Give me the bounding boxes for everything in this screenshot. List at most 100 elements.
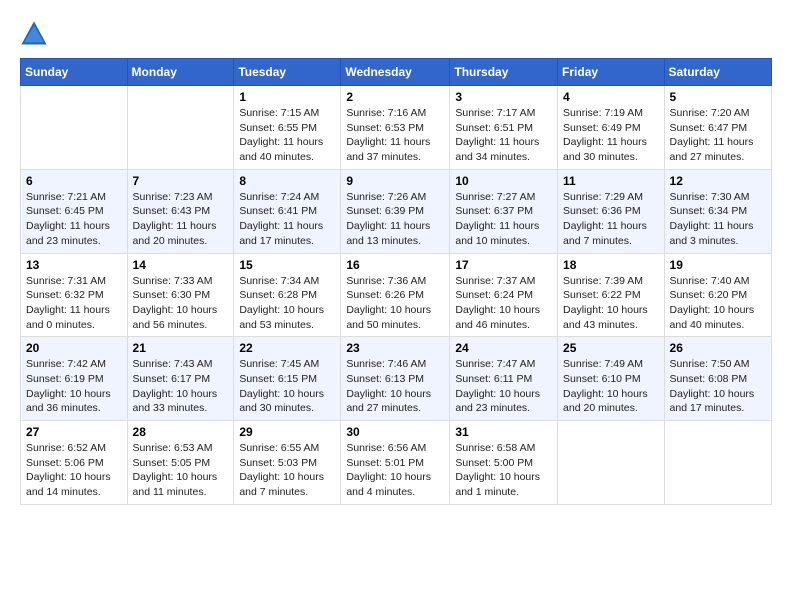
calendar-table: SundayMondayTuesdayWednesdayThursdayFrid… <box>20 58 772 505</box>
day-number: 31 <box>455 425 552 439</box>
cell-content: Sunset: 6:43 PM <box>133 204 229 219</box>
cell-content: Sunset: 6:19 PM <box>26 372 122 387</box>
cell-content: Daylight: 10 hours and 17 minutes. <box>670 387 766 416</box>
cell-content: Daylight: 11 hours and 37 minutes. <box>346 135 444 164</box>
calendar-cell: 25Sunrise: 7:49 AMSunset: 6:10 PMDayligh… <box>558 337 665 421</box>
cell-content: Sunset: 5:06 PM <box>26 456 122 471</box>
cell-content: Sunrise: 7:29 AM <box>563 190 659 205</box>
cell-content: Sunrise: 7:46 AM <box>346 357 444 372</box>
cell-content: Daylight: 11 hours and 13 minutes. <box>346 219 444 248</box>
day-number: 10 <box>455 174 552 188</box>
cell-content: Sunrise: 7:19 AM <box>563 106 659 121</box>
cell-content: Daylight: 11 hours and 27 minutes. <box>670 135 766 164</box>
cell-content: Sunrise: 7:24 AM <box>239 190 335 205</box>
day-number: 24 <box>455 341 552 355</box>
cell-content: Sunrise: 7:49 AM <box>563 357 659 372</box>
cell-content: Daylight: 11 hours and 30 minutes. <box>563 135 659 164</box>
calendar-cell: 4Sunrise: 7:19 AMSunset: 6:49 PMDaylight… <box>558 86 665 170</box>
day-number: 9 <box>346 174 444 188</box>
cell-content: Daylight: 10 hours and 50 minutes. <box>346 303 444 332</box>
cell-content: Sunrise: 6:58 AM <box>455 441 552 456</box>
calendar-cell: 10Sunrise: 7:27 AMSunset: 6:37 PMDayligh… <box>450 169 558 253</box>
cell-content: Daylight: 10 hours and 53 minutes. <box>239 303 335 332</box>
cell-content: Sunset: 5:00 PM <box>455 456 552 471</box>
calendar-week-4: 20Sunrise: 7:42 AMSunset: 6:19 PMDayligh… <box>21 337 772 421</box>
cell-content: Sunrise: 7:23 AM <box>133 190 229 205</box>
calendar-cell: 30Sunrise: 6:56 AMSunset: 5:01 PMDayligh… <box>341 421 450 505</box>
cell-content: Daylight: 10 hours and 46 minutes. <box>455 303 552 332</box>
calendar-cell: 31 Sunrise: 6:58 AMSunset: 5:00 PMDayligh… <box>450 421 558 505</box>
calendar-cell <box>21 86 128 170</box>
cell-content: Daylight: 11 hours and 10 minutes. <box>455 219 552 248</box>
day-number: 17 <box>455 258 552 272</box>
calendar-cell: 21Sunrise: 7:43 AMSunset: 6:17 PMDayligh… <box>127 337 234 421</box>
calendar-header: SundayMondayTuesdayWednesdayThursdayFrid… <box>21 59 772 86</box>
day-number: 12 <box>670 174 766 188</box>
weekday-header-saturday: Saturday <box>664 59 771 86</box>
cell-content: Sunset: 6:20 PM <box>670 288 766 303</box>
cell-content: Sunset: 6:49 PM <box>563 121 659 136</box>
calendar-cell: 13Sunrise: 7:31 AMSunset: 6:32 PMDayligh… <box>21 253 128 337</box>
calendar-cell: 2Sunrise: 7:16 AMSunset: 6:53 PMDaylight… <box>341 86 450 170</box>
calendar-cell <box>127 86 234 170</box>
day-number: 19 <box>670 258 766 272</box>
weekday-header-friday: Friday <box>558 59 665 86</box>
day-number: 11 <box>563 174 659 188</box>
cell-content: Sunset: 5:05 PM <box>133 456 229 471</box>
cell-content: Sunset: 5:03 PM <box>239 456 335 471</box>
day-number: 7 <box>133 174 229 188</box>
calendar-cell: 28Sunrise: 6:53 AMSunset: 5:05 PMDayligh… <box>127 421 234 505</box>
day-number: 25 <box>563 341 659 355</box>
cell-content: Daylight: 10 hours and 30 minutes. <box>239 387 335 416</box>
calendar-cell <box>558 421 665 505</box>
cell-content: Sunrise: 7:36 AM <box>346 274 444 289</box>
calendar-body: 1Sunrise: 7:15 AMSunset: 6:55 PMDaylight… <box>21 86 772 505</box>
day-number: 29 <box>239 425 335 439</box>
day-number: 30 <box>346 425 444 439</box>
cell-content: Sunrise: 7:45 AM <box>239 357 335 372</box>
cell-content: Sunset: 6:37 PM <box>455 204 552 219</box>
weekday-header-sunday: Sunday <box>21 59 128 86</box>
calendar-cell: 22Sunrise: 7:45 AMSunset: 6:15 PMDayligh… <box>234 337 341 421</box>
cell-content: Daylight: 11 hours and 23 minutes. <box>26 219 122 248</box>
calendar-cell: 7 Sunrise: 7:23 AMSunset: 6:43 PMDaylight… <box>127 169 234 253</box>
cell-content: Daylight: 11 hours and 17 minutes. <box>239 219 335 248</box>
weekday-header-wednesday: Wednesday <box>341 59 450 86</box>
day-number: 6 <box>26 174 122 188</box>
cell-content: Sunrise: 7:21 AM <box>26 190 122 205</box>
weekday-row: SundayMondayTuesdayWednesdayThursdayFrid… <box>21 59 772 86</box>
cell-content: Sunset: 6:24 PM <box>455 288 552 303</box>
calendar-cell: 3Sunrise: 7:17 AMSunset: 6:51 PMDaylight… <box>450 86 558 170</box>
cell-content: Daylight: 10 hours and 1 minute. <box>455 470 552 499</box>
cell-content: Sunset: 6:34 PM <box>670 204 766 219</box>
day-number: 2 <box>346 90 444 104</box>
cell-content: Daylight: 11 hours and 0 minutes. <box>26 303 122 332</box>
logo-icon <box>20 20 48 48</box>
cell-content: Sunset: 6:47 PM <box>670 121 766 136</box>
cell-content: Sunrise: 6:55 AM <box>239 441 335 456</box>
cell-content: Daylight: 10 hours and 40 minutes. <box>670 303 766 332</box>
cell-content: Sunset: 6:28 PM <box>239 288 335 303</box>
calendar-cell: 29Sunrise: 6:55 AMSunset: 5:03 PMDayligh… <box>234 421 341 505</box>
page-header <box>20 20 772 48</box>
calendar-cell: 20Sunrise: 7:42 AMSunset: 6:19 PMDayligh… <box>21 337 128 421</box>
calendar-cell: 8Sunrise: 7:24 AMSunset: 6:41 PMDaylight… <box>234 169 341 253</box>
day-number: 18 <box>563 258 659 272</box>
cell-content: Daylight: 10 hours and 14 minutes. <box>26 470 122 499</box>
calendar-week-1: 1Sunrise: 7:15 AMSunset: 6:55 PMDaylight… <box>21 86 772 170</box>
calendar-cell: 9Sunrise: 7:26 AMSunset: 6:39 PMDaylight… <box>341 169 450 253</box>
day-number: 26 <box>670 341 766 355</box>
cell-content: Sunset: 6:26 PM <box>346 288 444 303</box>
cell-content: Sunrise: 7:42 AM <box>26 357 122 372</box>
cell-content: Daylight: 11 hours and 20 minutes. <box>133 219 229 248</box>
cell-content: Sunset: 6:55 PM <box>239 121 335 136</box>
logo <box>20 20 52 48</box>
day-number: 5 <box>670 90 766 104</box>
calendar-cell: 16Sunrise: 7:36 AMSunset: 6:26 PMDayligh… <box>341 253 450 337</box>
cell-content: Sunset: 6:15 PM <box>239 372 335 387</box>
calendar-cell: 6Sunrise: 7:21 AMSunset: 6:45 PMDaylight… <box>21 169 128 253</box>
cell-content: Sunset: 6:13 PM <box>346 372 444 387</box>
cell-content: Sunrise: 7:26 AM <box>346 190 444 205</box>
calendar-cell: 27Sunrise: 6:52 AMSunset: 5:06 PMDayligh… <box>21 421 128 505</box>
cell-content: Daylight: 11 hours and 3 minutes. <box>670 219 766 248</box>
